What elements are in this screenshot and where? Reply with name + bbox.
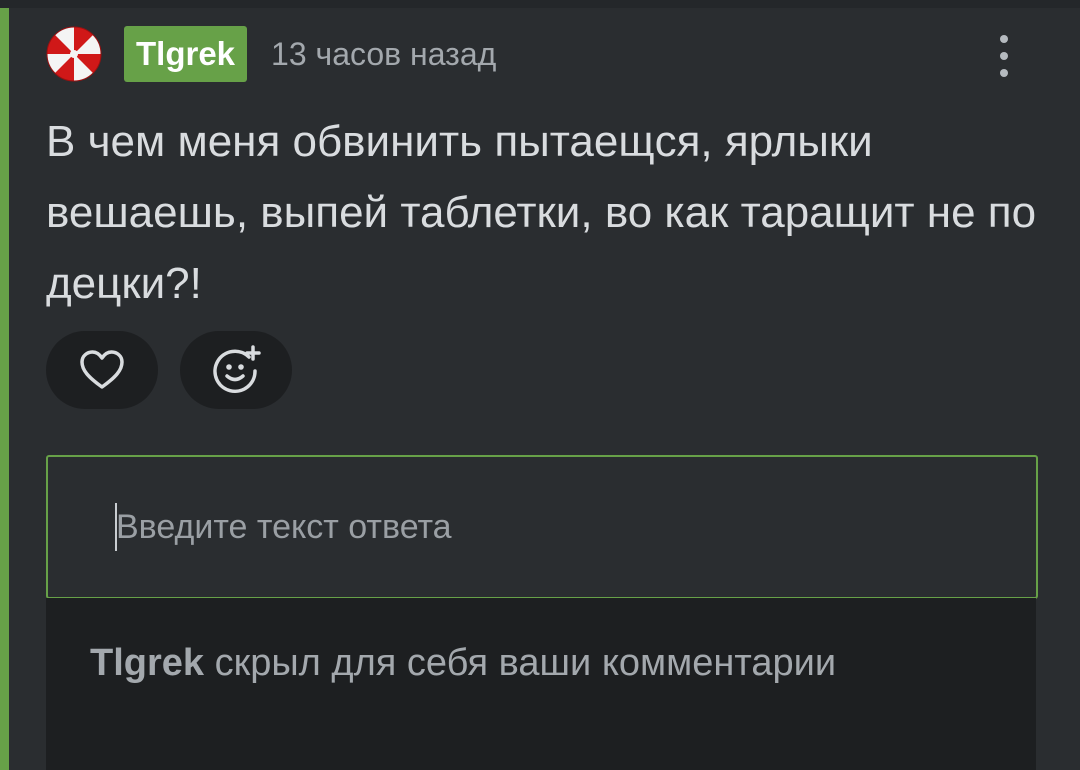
add-reaction-button[interactable]: [180, 331, 292, 409]
comment-body: В чем меня обвинить пытаещся, ярлыки веш…: [46, 117, 1037, 308]
hidden-comments-notice: Tlgrek скрыл для себя ваши комментарии: [46, 598, 1036, 770]
comment-timestamp: 13 часов назад: [271, 36, 497, 72]
comment-header: Tlgrek 13 часов назад: [46, 24, 496, 84]
umbrella-corp-logo-icon[interactable]: [46, 26, 102, 82]
top-divider: [0, 0, 1080, 8]
notice-message: скрыл для себя ваши комментарии: [204, 642, 837, 684]
comment-actions: [46, 331, 292, 409]
text-cursor: [115, 503, 117, 551]
more-options-button[interactable]: [988, 28, 1020, 84]
thread-indent-bar: [0, 8, 9, 770]
add-reaction-icon: [213, 345, 261, 393]
reply-input[interactable]: [116, 501, 996, 553]
comment-thread-screen: Tlgrek 13 часов назад В чем меня обвинит…: [0, 0, 1080, 770]
hidden-notice-text: Tlgrek скрыл для себя ваши комментарии: [90, 638, 836, 688]
author-username[interactable]: Tlgrek: [124, 26, 248, 82]
heart-icon: [80, 350, 124, 389]
like-button[interactable]: [46, 331, 158, 409]
notice-username[interactable]: Tlgrek: [90, 642, 204, 684]
reply-box: [46, 455, 1038, 599]
more-vertical-icon: [1000, 35, 1008, 43]
